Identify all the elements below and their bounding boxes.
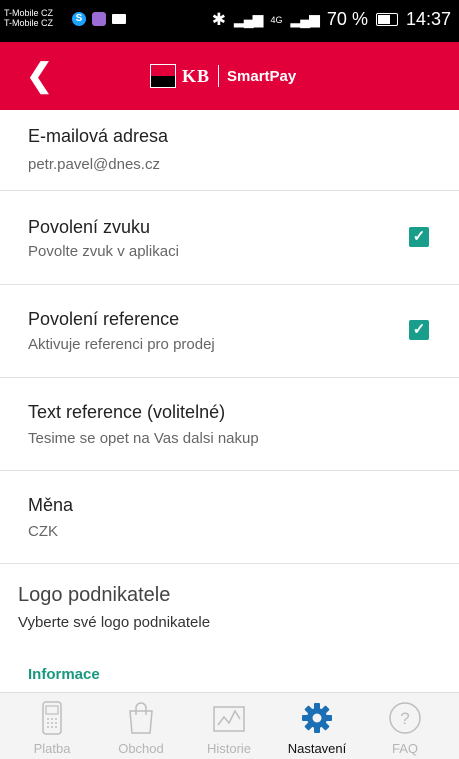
reference-text-title: Text reference (volitelné) — [28, 402, 226, 422]
back-button[interactable]: ❮ — [26, 56, 53, 94]
reference-text-value: Tesime se opet na Vas dalsi nakup — [28, 430, 259, 447]
reference-item[interactable]: Povolení reference Aktivuje referenci pr… — [0, 285, 459, 378]
logo-item[interactable]: Logo podnikatele Vyberte své logo podnik… — [0, 564, 459, 656]
reference-text-item[interactable]: Text reference (volitelné) Tesime se ope… — [0, 378, 459, 471]
svg-text:?: ? — [400, 709, 409, 728]
app-header: ❮ KB SmartPay — [0, 42, 459, 110]
bottom-nav: Platba Obchod Historie Nastavení ? FAQ — [0, 692, 459, 759]
carrier-2: T-Mobile CZ — [4, 18, 54, 28]
sound-title: Povolení zvuku — [28, 217, 151, 237]
nav-faq[interactable]: ? FAQ — [365, 693, 445, 759]
signal-icon-2: ▂▄▆ — [290, 11, 319, 27]
info-section-heading[interactable]: Informace — [28, 666, 100, 683]
terminal-icon — [42, 701, 62, 735]
sound-item[interactable]: Povolení zvuku Povolte zvuk v aplikaci ✓ — [0, 191, 459, 285]
status-bar: T-Mobile CZ T-Mobile CZ S ✱ ▂▄▆ 4G ▂▄▆ 7… — [0, 0, 459, 42]
battery-icon — [375, 13, 398, 26]
nav-label-historie: Historie — [206, 741, 252, 756]
battery-percent: 70 % — [326, 9, 368, 29]
chart-icon — [213, 706, 245, 732]
network-type: 4G — [270, 14, 283, 25]
nav-obchod[interactable]: Obchod — [101, 693, 181, 759]
carrier-labels: T-Mobile CZ T-Mobile CZ — [4, 8, 53, 28]
nav-label-faq: FAQ — [391, 741, 418, 756]
nav-label-obchod: Obchod — [118, 741, 164, 756]
nav-label-platba: Platba — [33, 741, 71, 756]
reference-subtitle: Aktivuje referenci pro prodej — [28, 336, 215, 353]
email-value: petr.pavel@dnes.cz — [28, 156, 160, 173]
settings-list: E-mailová adresa petr.pavel@dnes.cz Povo… — [0, 110, 459, 656]
email-title: E-mailová adresa — [28, 126, 169, 146]
brand-separator — [218, 65, 220, 87]
nav-historie[interactable]: Historie — [189, 693, 269, 759]
email-item[interactable]: E-mailová adresa petr.pavel@dnes.cz — [0, 110, 459, 191]
carrier-1: T-Mobile CZ — [4, 8, 54, 18]
currency-value: CZK — [28, 523, 58, 540]
nav-nastaveni[interactable]: Nastavení — [277, 693, 357, 759]
signal-icon: ▂▄▆ — [234, 11, 263, 27]
question-icon: ? — [389, 702, 421, 734]
reference-title: Povolení reference — [28, 309, 180, 329]
brand-app-name: SmartPay — [227, 67, 297, 85]
brand-logo: KB SmartPay — [150, 64, 296, 88]
kb-logo-icon — [150, 64, 176, 88]
clock: 14:37 — [405, 9, 451, 29]
gear-icon — [302, 703, 332, 733]
checkmark-icon: ✓ — [412, 228, 426, 245]
nav-platba[interactable]: Platba — [12, 693, 92, 759]
logo-title: Logo podnikatele — [18, 584, 171, 606]
reference-checkbox[interactable]: ✓ — [409, 320, 429, 340]
brand-kb: KB — [182, 65, 211, 86]
shopping-bag-icon — [129, 702, 153, 734]
nav-label-nastaveni: Nastavení — [287, 741, 347, 756]
mail-icon — [112, 14, 126, 24]
bluetooth-icon: ✱ — [211, 9, 226, 29]
skype-icon: S — [72, 12, 86, 26]
currency-item[interactable]: Měna CZK — [0, 471, 459, 564]
checkmark-icon: ✓ — [412, 321, 426, 338]
status-right: ✱ ▂▄▆ 4G ▂▄▆ 70 % 14:37 — [212, 9, 451, 30]
chevron-left-icon: ❮ — [26, 57, 53, 93]
notification-icons: S — [72, 12, 126, 26]
logo-subtitle: Vyberte své logo podnikatele — [18, 614, 211, 631]
sound-subtitle: Povolte zvuk v aplikaci — [28, 243, 179, 260]
sound-checkbox[interactable]: ✓ — [409, 227, 429, 247]
currency-title: Měna — [28, 495, 74, 515]
gallery-icon — [92, 12, 106, 26]
